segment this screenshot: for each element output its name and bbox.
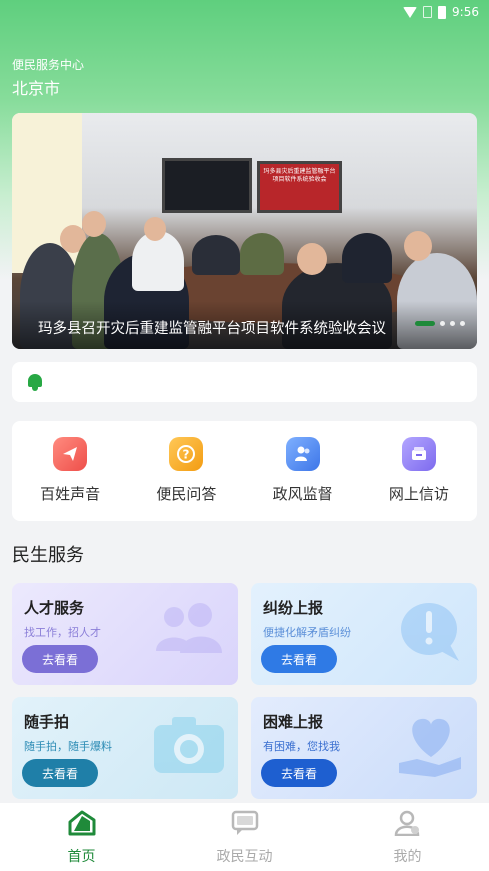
banner-screen-text: 玛多县灾后重建监管融平台项目软件系统验收会: [263, 168, 336, 184]
banner-person: [342, 233, 392, 283]
quick-action-label: 便民问答: [156, 485, 217, 503]
banner-person-head: [404, 231, 432, 261]
alert-bubble-icon: [397, 599, 467, 674]
svg-text:?: ?: [183, 448, 190, 462]
quick-action-label: 百姓声音: [40, 485, 101, 503]
notice-bar[interactable]: [12, 362, 477, 402]
banner-person-head: [297, 243, 327, 275]
tab-label: 首页: [67, 849, 96, 865]
tab-label: 政民互动: [216, 849, 273, 865]
quick-action-qa[interactable]: ? 便民问答: [128, 421, 244, 521]
wifi-icon: [403, 6, 418, 18]
paper-plane-icon: [53, 437, 88, 471]
service-card-talent[interactable]: 人才服务 找工作，招人才 去看看: [12, 583, 238, 685]
card-go-button[interactable]: 去看看: [22, 759, 98, 787]
bell-icon: [26, 372, 44, 392]
bottom-tab-bar: 首页 政民互动 我的: [0, 803, 489, 871]
question-bubble-icon: ?: [169, 437, 204, 471]
status-bar: 9:56: [0, 0, 489, 24]
banner-person-head: [82, 211, 106, 237]
quick-action-supervision[interactable]: 政风监督: [245, 421, 361, 521]
quick-action-petition[interactable]: 网上信访: [361, 421, 477, 521]
banner-dot[interactable]: [440, 321, 445, 326]
banner-photo-screen: [162, 158, 252, 213]
banner-person: [240, 233, 284, 275]
tab-home[interactable]: 首页: [0, 803, 163, 871]
battery-icon: [438, 5, 447, 19]
home-icon: [68, 810, 95, 836]
quick-action-label: 政风监督: [272, 485, 333, 503]
tab-profile[interactable]: 我的: [326, 803, 489, 871]
service-card-dispute[interactable]: 纠纷上报 便捷化解矛盾纠纷 去看看: [251, 583, 477, 685]
service-card-hardship[interactable]: 困难上报 有困难，您找我 去看看: [251, 697, 477, 799]
camera-icon: [150, 713, 228, 786]
card-go-button[interactable]: 去看看: [261, 645, 337, 673]
people-icon: [285, 437, 320, 471]
quick-action-voice[interactable]: 百姓声音: [12, 421, 128, 521]
section-title: 民生服务: [12, 545, 84, 566]
banner-person-head: [144, 217, 166, 241]
banner-pagination: [415, 321, 465, 326]
quick-action-label: 网上信访: [388, 485, 449, 503]
users-icon: [150, 599, 228, 668]
location-subtitle: 便民服务中心: [12, 58, 85, 72]
profile-icon: [394, 810, 419, 836]
heart-hand-icon: [395, 713, 467, 788]
location-city: 北京市: [12, 79, 61, 98]
banner-title: 玛多县召开灾后重建监管融平台项目软件系统验收会议: [38, 321, 386, 337]
location-header[interactable]: 便民服务中心 北京市: [12, 56, 84, 99]
banner-person: [192, 235, 240, 275]
tab-label: 我的: [393, 849, 422, 865]
card-go-button[interactable]: 去看看: [261, 759, 337, 787]
mailbox-icon: [401, 437, 436, 471]
status-time: 9:56: [452, 5, 479, 19]
service-card-snapshot[interactable]: 随手拍 随手拍，随手爆料 去看看: [12, 697, 238, 799]
card-go-button[interactable]: 去看看: [22, 645, 98, 673]
quick-actions: 百姓声音 ? 便民问答 政风监督 网上信访: [12, 421, 477, 521]
banner-dot[interactable]: [460, 321, 465, 326]
banner-dot-active[interactable]: [415, 321, 435, 326]
no-sim-icon: [423, 6, 433, 18]
banner-dot[interactable]: [450, 321, 455, 326]
tab-interaction[interactable]: 政民互动: [163, 803, 326, 871]
chat-icon: [231, 810, 258, 835]
news-banner[interactable]: 玛多县灾后重建监管融平台项目软件系统验收会 玛多县召开灾后重建监管融平台项目软件…: [12, 113, 477, 349]
